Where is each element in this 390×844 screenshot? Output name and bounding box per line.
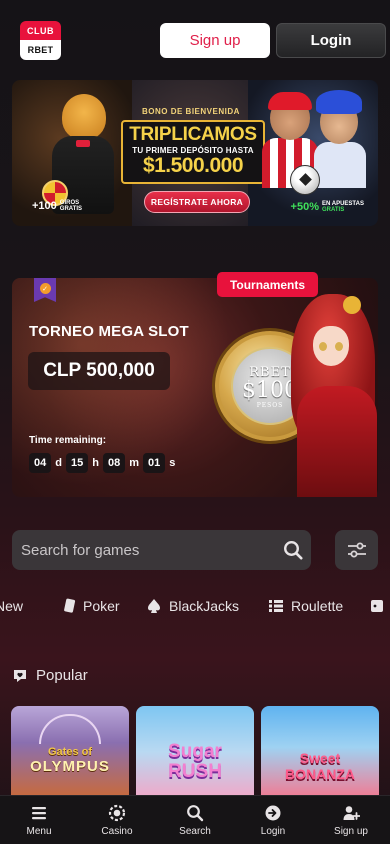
heart-bubble-icon — [14, 669, 26, 682]
game-title: Sugar RUSH — [136, 742, 254, 782]
welcome-bonus-banner[interactable]: +100 GIROS GRATIS BONO DE BIENVENIDA TRI… — [12, 80, 378, 226]
club-rbet-logo[interactable]: CLUB RBET — [20, 21, 61, 60]
popular-title: Popular — [36, 667, 88, 684]
register-now-button[interactable]: REGÍSTRATE AHORA — [144, 191, 250, 213]
nav-label: Sign up — [334, 826, 368, 837]
countdown-seconds-unit: s — [169, 457, 176, 469]
welcome-bonus-title: BONO DE BIENVENIDA — [142, 107, 240, 116]
countdown-days-unit: d — [55, 457, 62, 469]
tournaments-tag[interactable]: Tournaments — [217, 272, 318, 297]
signup-button[interactable]: Sign up — [160, 23, 270, 58]
category-scroller[interactable]: New Poker BlackJacks Roulette — [0, 593, 390, 619]
temple-arch-image — [39, 714, 101, 744]
popular-section-header: Popular — [12, 667, 88, 684]
nav-label: Search — [179, 826, 211, 837]
nav-signup[interactable]: Sign up — [312, 796, 390, 844]
check-badge-icon: ✓ — [39, 283, 51, 294]
game-title-line-1: Sweet — [299, 750, 341, 766]
game-title: Gates of OLYMPUS — [11, 746, 129, 775]
countdown-minutes: 08 — [102, 453, 126, 473]
nav-label: Casino — [101, 826, 133, 837]
search-icon[interactable] — [283, 540, 303, 560]
game-title-line-2: RUSH — [168, 761, 222, 782]
tournament-prize: CLP 500,000 — [28, 352, 170, 390]
countdown-hours: 15 — [65, 453, 89, 473]
search-input[interactable] — [21, 541, 271, 559]
game-title-line-1: Sugar — [168, 741, 222, 762]
nav-label: Login — [260, 826, 286, 837]
game-card-gates-of-olympus[interactable]: Gates of OLYMPUS — [11, 706, 129, 798]
game-card-sweet-bonanza[interactable]: Sweet BONANZA — [261, 706, 379, 798]
bonus-offer-box: TRIPLICAMOS TU PRIMER DEPÓSITO HASTA $1.… — [121, 120, 265, 184]
filter-button[interactable] — [335, 530, 378, 570]
bonus-headline: TRIPLICAMOS — [129, 124, 257, 145]
game-title-line-2: OLYMPUS — [30, 758, 110, 775]
nav-label: Menu — [26, 826, 52, 837]
tournament-countdown: 04 d 15 h 08 m 01 s — [29, 453, 175, 473]
nav-search[interactable]: Search — [156, 796, 234, 844]
category-new[interactable]: New — [0, 593, 23, 619]
countdown-hours-unit: h — [92, 457, 99, 469]
sliders-icon — [347, 542, 366, 558]
header: CLUB RBET Sign up Login — [0, 0, 390, 80]
spade-icon — [148, 599, 160, 613]
category-label: Poker — [83, 598, 120, 614]
countdown-days: 04 — [29, 453, 52, 473]
bottom-navigation: Menu Casino Search Login Sign up — [0, 795, 390, 844]
search-bar — [12, 530, 311, 570]
category-poker[interactable]: Poker — [62, 593, 120, 619]
menu-icon — [32, 807, 46, 820]
countdown-minutes-unit: m — [129, 457, 139, 469]
tournament-name: TORNEO MEGA SLOT — [29, 323, 189, 340]
category-roulette[interactable]: Roulette — [268, 593, 343, 619]
logo-top-text: CLUB — [20, 21, 61, 40]
free-spins-count: +100 — [32, 200, 57, 212]
time-remaining-label: Time remaining: — [29, 435, 107, 446]
nav-casino[interactable]: Casino — [78, 796, 156, 844]
bet-bonus-text-2: GRATIS — [321, 207, 345, 213]
countdown-seconds: 01 — [143, 453, 166, 473]
game-title-line-2: BONANZA — [285, 766, 355, 782]
anime-character-image — [283, 286, 378, 497]
nav-menu[interactable]: Menu — [0, 796, 78, 844]
roulette-stack-icon — [269, 600, 283, 612]
search-icon — [187, 805, 204, 822]
category-label: New — [0, 598, 24, 614]
game-card-sugar-rush[interactable]: Sugar RUSH — [136, 706, 254, 798]
dice-icon — [371, 600, 383, 612]
game-title: Sweet BONANZA — [261, 750, 379, 782]
casino-chip-icon — [108, 804, 126, 822]
free-spins-label: +100 GIROS GRATIS — [32, 200, 82, 212]
category-next-partial[interactable] — [370, 593, 384, 619]
free-spins-text-2: GRATIS — [59, 206, 83, 212]
logo-bottom-text: RBET — [20, 40, 61, 60]
soccer-ball-icon — [290, 165, 320, 195]
add-user-icon — [343, 806, 360, 820]
category-blackjacks[interactable]: BlackJacks — [146, 593, 239, 619]
nav-login[interactable]: Login — [234, 796, 312, 844]
login-arrow-icon — [265, 805, 281, 821]
playing-card-icon — [64, 598, 76, 613]
bonus-amount: $1.500.000 — [142, 154, 244, 177]
category-label: Roulette — [291, 598, 344, 614]
football-fans-image — [260, 90, 368, 195]
bet-bonus-percent: +50% — [290, 201, 319, 213]
category-label: BlackJacks — [169, 598, 240, 614]
game-title-line-1: Gates of — [47, 746, 92, 758]
bet-bonus-label: +50% EN APUESTAS GRATIS — [291, 201, 364, 213]
login-button[interactable]: Login — [276, 23, 386, 58]
